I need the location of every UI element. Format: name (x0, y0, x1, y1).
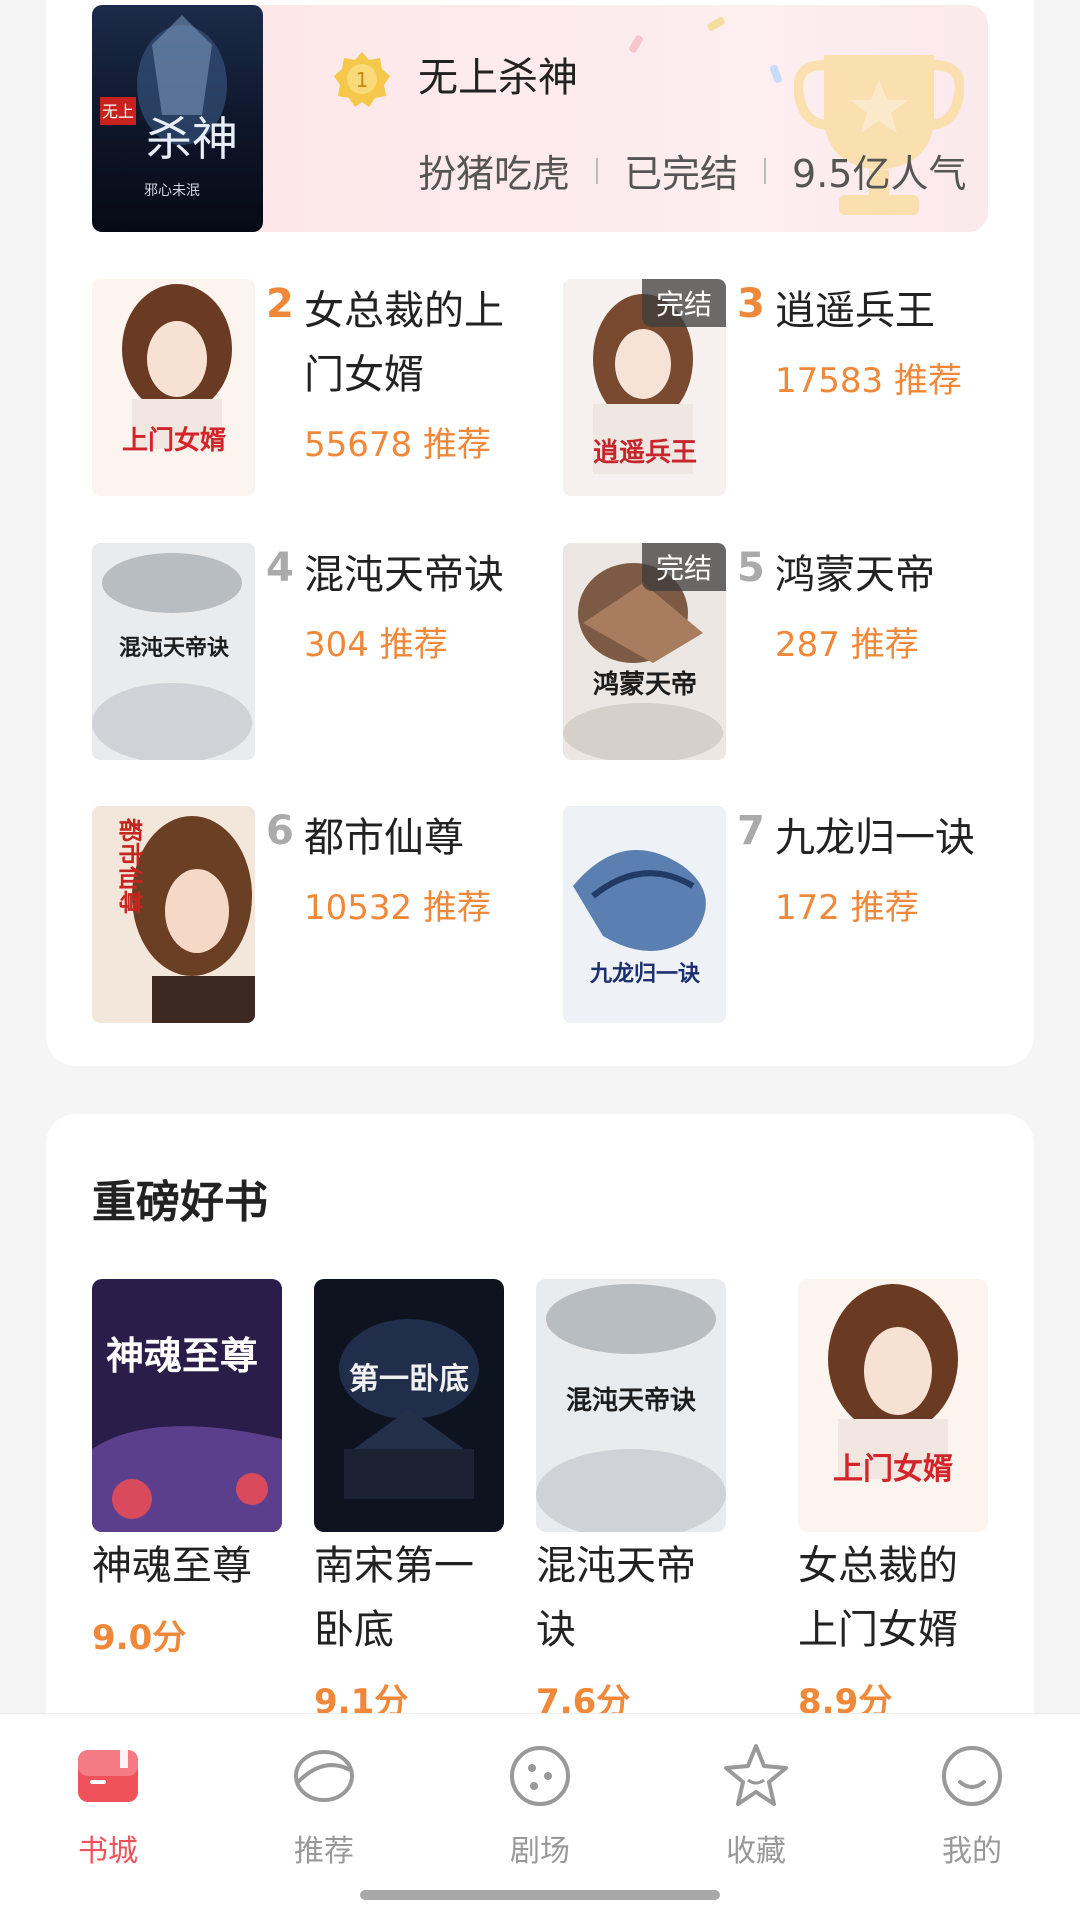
favorites-icon (724, 1744, 788, 1806)
ranked-book-item[interactable]: 九龙归一诀 7 九龙归一诀 172 推荐 (563, 806, 1003, 1026)
featured-book[interactable]: 神魂至尊 神魂至尊 9.0分 (92, 1279, 282, 1659)
cover-small-text: 无上 (102, 102, 134, 121)
nav-label: 剧场 (510, 1834, 570, 1869)
featured-book[interactable]: 上门女婿 女总裁的上门女婿 8.9分 (798, 1279, 988, 1723)
book-cover[interactable]: 第一卧底 (314, 1279, 504, 1532)
recommend-icon (294, 1750, 354, 1802)
section-title: 重磅好书 (92, 1177, 268, 1228)
nav-label: 收藏 (726, 1834, 786, 1869)
rank-number: 2 (266, 281, 294, 327)
cover-author-text: 邪心未泯 (144, 183, 200, 199)
cover-title-text: 上门女婿 (833, 1452, 953, 1487)
book-title: 女总裁的上门女婿 (304, 288, 504, 398)
confetti (769, 64, 783, 84)
gold-medal-icon: 1 (334, 52, 390, 107)
top-book-title: 无上杀神 (418, 55, 578, 101)
cover-title-text: 鸿蒙天帝 (593, 669, 697, 700)
bottom-nav: 书城 推荐 剧场 收藏 我的 (0, 1713, 1080, 1920)
profile-icon (942, 1746, 1002, 1806)
book-cover[interactable]: 逍遥兵王 完结 (563, 279, 726, 496)
book-cover[interactable]: 都市仙尊 (92, 806, 255, 1023)
top-book-status: 已完结 (624, 152, 739, 196)
book-cover[interactable]: 混沌天帝诀 (536, 1279, 726, 1532)
book-cover[interactable]: 九龙归一诀 (563, 806, 726, 1023)
divider (764, 157, 767, 184)
book-cover[interactable]: 上门女婿 (92, 279, 255, 496)
nav-item-recommend[interactable]: 推荐 (254, 1736, 394, 1870)
book-title: 神魂至尊 (92, 1543, 252, 1589)
recommend-count: 55678 推荐 (304, 425, 491, 465)
book-title: 逍遥兵王 (775, 288, 935, 334)
completed-badge: 完结 (641, 279, 726, 327)
top-ranked-book[interactable]: 无上 杀神 邪心未泯 1 无上杀神 扮猪吃虎 已完结 9.5亿人气 (92, 5, 988, 232)
nav-item-profile[interactable]: 我的 (902, 1736, 1042, 1870)
recommend-count: 304 推荐 (304, 625, 448, 665)
book-title: 女总裁的上门女婿 (798, 1543, 958, 1653)
completed-badge: 完结 (641, 543, 726, 591)
theater-icon (510, 1746, 570, 1806)
home-indicator[interactable] (360, 1890, 720, 1900)
rank-number: 7 (737, 808, 765, 854)
recommend-count: 172 推荐 (775, 888, 919, 928)
ranking-card: 无上 杀神 邪心未泯 1 无上杀神 扮猪吃虎 已完结 9.5亿人气 上门女婿 2… (46, 0, 1034, 1066)
book-cover[interactable]: 鸿蒙天帝 完结 (563, 543, 726, 760)
nav-label: 书城 (78, 1834, 138, 1869)
rank-number: 5 (737, 545, 765, 591)
cover-title-text: 上门女婿 (122, 425, 226, 456)
book-title: 九龙归一诀 (775, 815, 975, 861)
bookstore-icon (78, 1750, 138, 1802)
book-title: 南宋第一卧底 (314, 1543, 474, 1653)
ranked-book-item[interactable]: 鸿蒙天帝 完结 5 鸿蒙天帝 287 推荐 (563, 543, 1003, 763)
nav-item-favorites[interactable]: 收藏 (686, 1736, 826, 1870)
recommend-count: 17583 推荐 (775, 361, 962, 401)
recommend-count: 10532 推荐 (304, 888, 491, 928)
nav-item-theater[interactable]: 剧场 (470, 1736, 610, 1870)
ranked-book-item[interactable]: 混沌天帝诀 4 混沌天帝诀 304 推荐 (92, 543, 532, 763)
rank-number: 4 (266, 545, 294, 591)
cover-title-text: 混沌天帝诀 (566, 1385, 696, 1416)
nav-item-bookstore[interactable]: 书城 (38, 1736, 178, 1870)
cover-title-text: 九龙归一诀 (589, 961, 700, 987)
confetti (628, 34, 644, 54)
ranked-book-item[interactable]: 都市仙尊 6 都市仙尊 10532 推荐 (92, 806, 532, 1026)
cover-title-text: 都市仙尊 (116, 817, 145, 914)
ranked-book-item[interactable]: 上门女婿 2 女总裁的上门女婿 55678 推荐 (92, 279, 532, 499)
cover-title-text: 逍遥兵王 (593, 438, 697, 468)
top-rank-number: 1 (356, 68, 369, 92)
confetti (706, 16, 726, 32)
cover-title-text: 杀神 (146, 112, 238, 166)
featured-section: 重磅好书 神魂至尊 神魂至尊 9.0分 第一卧底 南宋第一卧底 9.1分 混沌天… (46, 1114, 1034, 1734)
rank-number: 3 (737, 281, 765, 327)
book-cover[interactable]: 神魂至尊 (92, 1279, 282, 1532)
cover-title-text: 第一卧底 (349, 1362, 469, 1397)
book-cover[interactable]: 上门女婿 (798, 1279, 988, 1532)
nav-label: 我的 (942, 1834, 1002, 1869)
book-cover[interactable]: 无上 杀神 邪心未泯 (92, 5, 263, 232)
book-score: 9.0分 (92, 1618, 187, 1658)
book-title: 鸿蒙天帝 (775, 552, 935, 598)
book-title: 都市仙尊 (304, 815, 464, 861)
book-cover[interactable]: 混沌天帝诀 (92, 543, 255, 760)
rank-number: 6 (266, 808, 294, 854)
cover-title-text: 神魂至尊 (106, 1334, 258, 1378)
ranked-book-item[interactable]: 逍遥兵王 完结 3 逍遥兵王 17583 推荐 (563, 279, 1003, 499)
cover-title-text: 混沌天帝诀 (119, 635, 229, 661)
book-title: 混沌天帝诀 (536, 1543, 696, 1653)
top-book-tag: 扮猪吃虎 (418, 152, 571, 196)
nav-label: 推荐 (294, 1834, 354, 1869)
featured-book[interactable]: 第一卧底 南宋第一卧底 9.1分 (314, 1279, 504, 1723)
top-book-popularity: 9.5亿人气 (792, 152, 967, 196)
divider (596, 157, 599, 184)
book-title: 混沌天帝诀 (304, 552, 504, 598)
featured-book[interactable]: 混沌天帝诀 混沌天帝诀 7.6分 (536, 1279, 726, 1723)
recommend-count: 287 推荐 (775, 625, 919, 665)
top-book-meta: 扮猪吃虎 已完结 9.5亿人气 (418, 143, 966, 198)
